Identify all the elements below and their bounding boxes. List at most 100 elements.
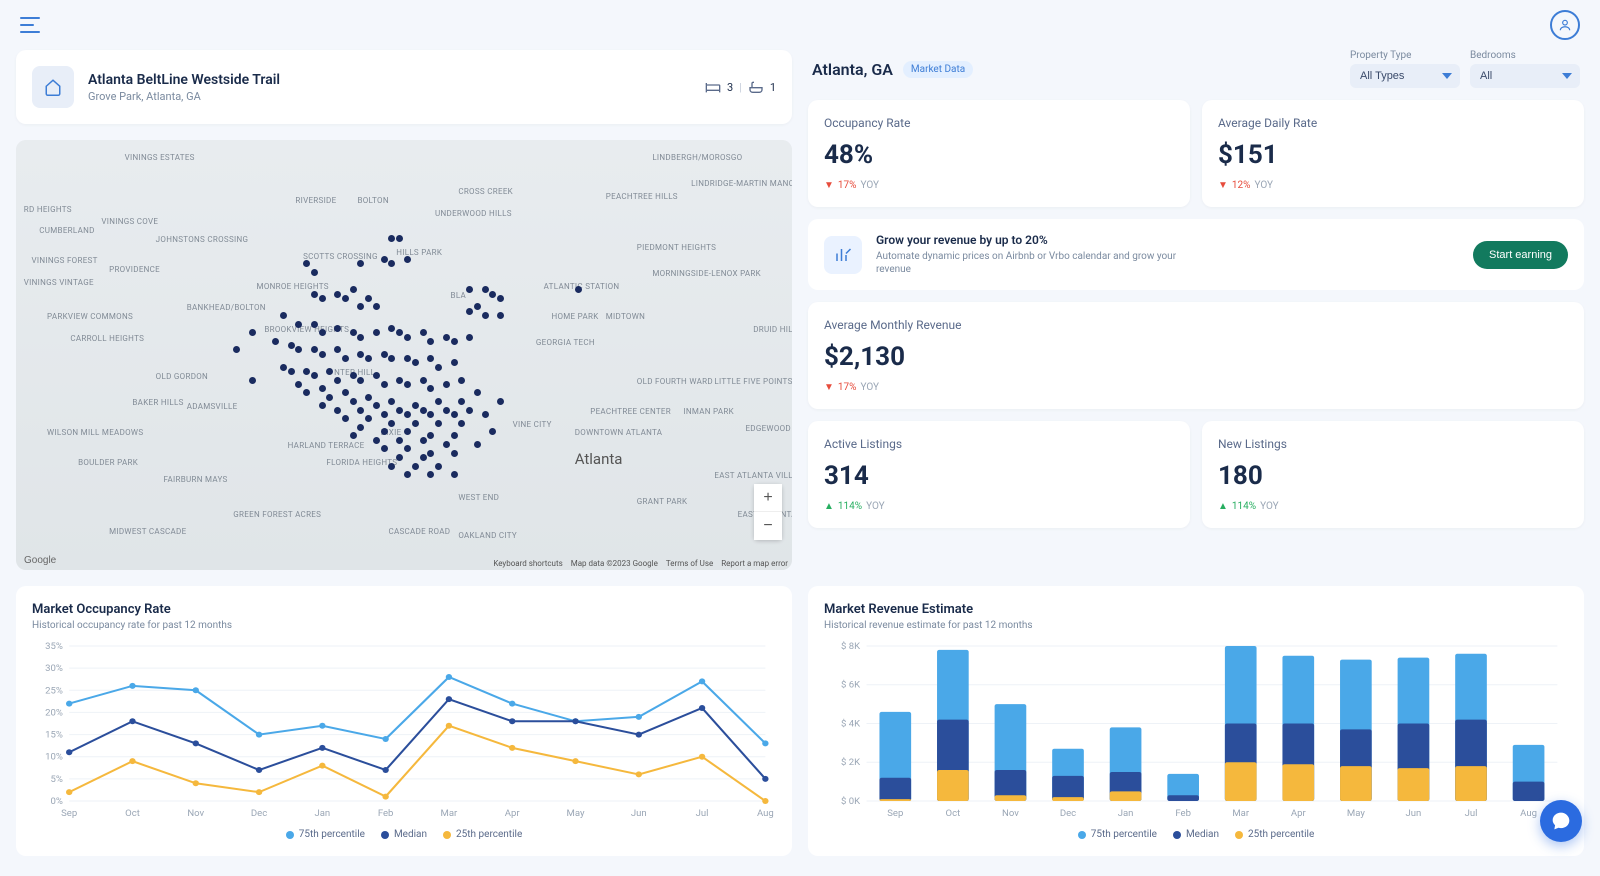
legend-label: 25th percentile [456, 829, 522, 840]
svg-text:$ 4K: $ 4K [841, 719, 860, 730]
kpi-yoy: YOY [860, 180, 879, 191]
svg-text:Jan: Jan [1118, 808, 1134, 819]
revenue-chart-card: Market Revenue Estimate Historical reven… [808, 586, 1584, 856]
kpi-value: 48% [824, 140, 1174, 170]
market-title: Atlanta, GA [812, 60, 893, 79]
baths-count: 1 [770, 81, 776, 94]
kpi-delta: 114% [1232, 501, 1256, 512]
svg-text:30%: 30% [45, 663, 63, 674]
chart-legend: 75th percentile Median 25th percentile [824, 829, 1568, 840]
svg-text:$ 6K: $ 6K [841, 680, 860, 691]
market-header: Atlanta, GA Market Data Property Type Al… [808, 50, 1584, 88]
svg-text:Jun: Jun [631, 808, 647, 819]
revenue-bar-chart: $ 0K$ 2K$ 4K$ 6K$ 8KSepOctNovDecJanFebMa… [824, 641, 1568, 821]
kpi-yoy: YOY [1260, 501, 1279, 512]
account-avatar[interactable] [1550, 10, 1580, 40]
kpi-yoy: YOY [860, 382, 879, 393]
map-attribution: Keyboard shortcutsMap data ©2023 GoogleT… [493, 559, 788, 568]
kpi-delta: 12% [1232, 180, 1251, 191]
kpi-value: 314 [824, 461, 1174, 491]
svg-text:0%: 0% [50, 796, 63, 807]
home-icon [32, 66, 74, 108]
kpi-delta: 114% [838, 501, 862, 512]
kpi-active-listings: Active Listings 314 ▲ 114% YOY [808, 421, 1190, 528]
svg-text:15%: 15% [45, 730, 63, 741]
kpi-revenue: Average Monthly Revenue $2,130 ▼ 17%YOY [808, 302, 1584, 409]
occupancy-line-chart: 0%5%10%15%20%25%30%35%SepOctNovDecJanFeb… [32, 641, 776, 821]
arrow-up-icon: ▲ [824, 501, 834, 512]
svg-text:Apr: Apr [505, 808, 520, 819]
occupancy-chart-card: Market Occupancy Rate Historical occupan… [16, 586, 792, 856]
arrow-down-icon: ▼ [824, 382, 834, 393]
svg-text:10%: 10% [45, 752, 63, 763]
kpi-adr: Average Daily Rate $151 ▼ 12%YOY [1202, 100, 1584, 207]
start-earning-button[interactable]: Start earning [1473, 241, 1568, 269]
svg-text:20%: 20% [45, 708, 63, 719]
market-data-badge: Market Data [903, 61, 973, 78]
svg-text:Mar: Mar [441, 808, 458, 819]
zoom-out-button[interactable]: − [754, 512, 782, 540]
bath-icon [748, 81, 764, 93]
svg-text:Jul: Jul [1465, 808, 1478, 819]
svg-text:Aug: Aug [1520, 808, 1537, 819]
bed-icon [705, 81, 721, 93]
svg-text:Dec: Dec [251, 808, 267, 819]
chart-subtitle: Historical occupancy rate for past 12 mo… [32, 620, 776, 631]
property-meta: 3 | 1 [705, 81, 776, 94]
beds-count: 3 [727, 81, 733, 94]
kpi-occupancy: Occupancy Rate 48% ▼ 17%YOY [808, 100, 1190, 207]
bedrooms-select[interactable]: All [1470, 64, 1580, 88]
svg-text:Feb: Feb [378, 808, 394, 819]
svg-text:Jan: Jan [314, 808, 330, 819]
kpi-delta: 17% [838, 382, 857, 393]
kpi-label: Active Listings [824, 437, 1174, 451]
growth-icon [824, 236, 862, 274]
kpi-yoy: YOY [1254, 180, 1273, 191]
menu-icon[interactable] [20, 17, 40, 33]
arrow-down-icon: ▼ [824, 180, 834, 191]
chart-subtitle: Historical revenue estimate for past 12 … [824, 620, 1568, 631]
promo-subtitle: Automate dynamic prices on Airbnb or Vrb… [876, 250, 1196, 276]
svg-text:Apr: Apr [1291, 808, 1306, 819]
svg-text:Feb: Feb [1175, 808, 1191, 819]
kpi-label: Average Monthly Revenue [824, 318, 1568, 332]
svg-text:35%: 35% [45, 641, 63, 652]
kpi-label: Occupancy Rate [824, 116, 1174, 130]
chart-title: Market Occupancy Rate [32, 602, 776, 617]
kpi-yoy: YOY [866, 501, 885, 512]
svg-text:5%: 5% [50, 774, 63, 785]
google-logo: Google [24, 555, 56, 566]
kpi-label: Average Daily Rate [1218, 116, 1568, 130]
chart-legend: 75th percentile Median 25th percentile [32, 829, 776, 840]
svg-text:Jun: Jun [1406, 808, 1422, 819]
property-header-card: Atlanta BeltLine Westside Trail Grove Pa… [16, 50, 792, 124]
svg-text:Oct: Oct [946, 808, 961, 819]
legend-label: 75th percentile [299, 829, 365, 840]
kpi-new-listings: New Listings 180 ▲114%YOY [1202, 421, 1584, 528]
promo-title: Grow your revenue by up to 20% [876, 233, 1459, 247]
legend-label: Median [394, 829, 427, 840]
arrow-up-icon: ▲ [1218, 501, 1228, 512]
arrow-down-icon: ▼ [1218, 180, 1228, 191]
svg-text:Aug: Aug [757, 808, 774, 819]
svg-text:Oct: Oct [125, 808, 140, 819]
svg-text:Jul: Jul [696, 808, 709, 819]
legend-label: Median [1186, 829, 1219, 840]
city-label: Atlanta [575, 450, 623, 468]
market-map[interactable]: Atlanta VININGS ESTATESRD HEIGHTSLINDBER… [16, 140, 792, 570]
chat-bubble-icon[interactable] [1540, 800, 1582, 842]
zoom-in-button[interactable]: + [754, 484, 782, 512]
map-zoom-controls: + − [754, 484, 782, 540]
chart-title: Market Revenue Estimate [824, 602, 1568, 617]
svg-text:$ 0K: $ 0K [841, 796, 860, 807]
property-type-select[interactable]: All Types [1350, 64, 1460, 88]
legend-label: 25th percentile [1248, 829, 1314, 840]
promo-card: Grow your revenue by up to 20% Automate … [808, 219, 1584, 290]
kpi-value: $2,130 [824, 342, 1568, 372]
kpi-label: New Listings [1218, 437, 1568, 451]
kpi-delta: 17% [838, 180, 857, 191]
svg-text:$ 2K: $ 2K [841, 757, 860, 768]
property-subtitle: Grove Park, Atlanta, GA [88, 90, 691, 103]
bedrooms-label: Bedrooms [1470, 50, 1580, 61]
kpi-value: $151 [1218, 140, 1568, 170]
